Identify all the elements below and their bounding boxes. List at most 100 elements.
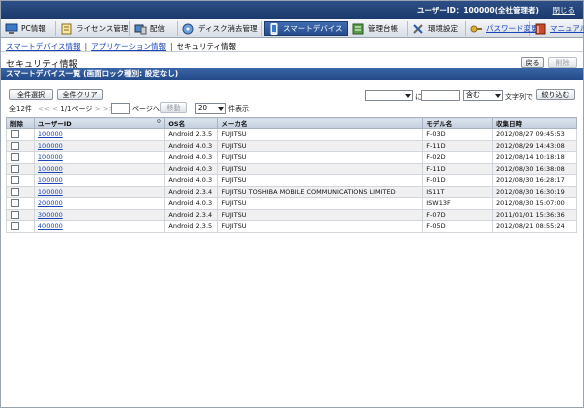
menu-manual[interactable]: マニュアル: [532, 21, 584, 36]
disk-erase-icon: [182, 23, 195, 35]
per-page-select[interactable]: 20: [195, 103, 226, 114]
os-cell: Android 4.0.3: [164, 139, 219, 152]
delivery-icon: [134, 23, 147, 35]
menu-label: ライセンス管理: [76, 24, 129, 33]
first-page-link[interactable]: <<: [38, 105, 50, 113]
page-number-input[interactable]: [111, 103, 130, 114]
menu-delivery[interactable]: 配信: [132, 21, 178, 36]
model-cell: F-11D: [422, 162, 494, 175]
license-icon: [60, 23, 73, 35]
row-checkbox-cell: [6, 151, 35, 164]
breadcrumb-current: セキュリティ情報: [176, 42, 237, 51]
model-cell: F-07D: [422, 208, 494, 221]
menu-license[interactable]: ライセンス管理: [58, 21, 130, 36]
divider: [1, 51, 583, 52]
menu-label: 配信: [150, 24, 165, 33]
collected-cell: 2011/01/01 15:36:36: [492, 208, 577, 221]
goto-page-button[interactable]: 移動: [160, 102, 187, 113]
back-button[interactable]: 戻る: [521, 57, 544, 68]
row-checkbox[interactable]: [11, 222, 19, 231]
model-cell: ISW13F: [422, 197, 494, 210]
user-id-cell: 100000: [33, 185, 166, 198]
user-id-link[interactable]: 100000: [38, 142, 63, 150]
filter-field-select[interactable]: [365, 90, 413, 101]
user-id-link[interactable]: 100000: [38, 130, 63, 138]
menu-disk-erase[interactable]: ディスク消去管理: [180, 21, 262, 36]
row-checkbox-cell: [6, 197, 35, 210]
row-checkbox[interactable]: [11, 199, 19, 208]
per-page-suffix: 件表示: [228, 105, 249, 113]
menu-pc-info[interactable]: PC情報: [3, 21, 56, 36]
row-checkbox[interactable]: [11, 187, 19, 196]
chevron-down-icon: [218, 107, 224, 111]
sort-icon[interactable]: ≎: [156, 118, 161, 125]
maker-cell: FUJITSU: [217, 151, 424, 164]
row-checkbox[interactable]: [11, 176, 19, 185]
column-header-label: ユーザーID: [37, 120, 72, 128]
user-id-cell: 100000: [33, 174, 166, 187]
menu-label: ディスク消去管理: [198, 24, 258, 33]
model-cell: IS11T: [422, 185, 494, 198]
manual-icon: [534, 23, 547, 35]
os-cell: Android 2.3.4: [164, 185, 219, 198]
clear-all-button[interactable]: 全件クリア: [57, 89, 103, 100]
model-cell: F-05D: [422, 220, 494, 233]
breadcrumb-separator: |: [84, 42, 88, 51]
row-checkbox[interactable]: [11, 141, 19, 150]
menu-password-change[interactable]: パスワード変更: [468, 21, 539, 36]
next-page-link[interactable]: >: [95, 105, 101, 113]
user-id-cell: 300000: [33, 208, 166, 221]
user-id-cell: 100000: [33, 151, 166, 164]
top-bar: ユーザーID：100000(全社管理者) 閉じる: [1, 1, 583, 19]
model-cell: F-11D: [422, 139, 494, 152]
menu-settings[interactable]: 環境設定: [410, 21, 466, 36]
os-cell: Android 4.0.3: [164, 162, 219, 175]
table-row: 100000 Android 4.0.3 FUJITSU F-01D 2012/…: [6, 174, 577, 187]
table-header-row: 削除 ユーザーID ≎ OS名 メーカ名 モデル名 収集日時: [6, 117, 577, 129]
row-checkbox[interactable]: [11, 210, 19, 219]
model-cell: F-03D: [422, 128, 494, 141]
os-cell: Android 2.3.5: [164, 220, 219, 233]
breadcrumb-application-info[interactable]: アプリケーション情報: [91, 42, 166, 51]
menu-smart-device[interactable]: スマートデバイス: [264, 21, 348, 36]
column-header-os: OS名: [164, 117, 219, 129]
user-id-cell: 100000: [33, 162, 166, 175]
user-info: ユーザーID：100000(全社管理者): [416, 6, 539, 15]
filter-button[interactable]: 絞り込む: [536, 89, 575, 100]
filter-operator-select[interactable]: 含む: [463, 90, 503, 101]
user-id-cell: 100000: [33, 128, 166, 141]
filter-text-input[interactable]: [421, 90, 460, 101]
os-cell: Android 4.0.3: [164, 174, 219, 187]
model-cell: F-02D: [422, 151, 494, 164]
maker-cell: FUJITSU: [217, 128, 424, 141]
user-id-link[interactable]: 100000: [38, 188, 63, 196]
row-checkbox[interactable]: [11, 153, 19, 162]
smart-device-table: 削除 ユーザーID ≎ OS名 メーカ名 モデル名 収集日時 100000 And…: [6, 117, 577, 233]
prev-page-link[interactable]: <: [52, 105, 58, 113]
menu-label: 管理台帳: [368, 24, 398, 33]
os-cell: Android 2.3.5: [164, 128, 219, 141]
menu-label: PC情報: [21, 24, 46, 33]
select-all-button[interactable]: 全件選択: [9, 89, 53, 100]
table-row: 100000 Android 4.0.3 FUJITSU F-02D 2012/…: [6, 151, 577, 164]
chevron-down-icon: [495, 94, 501, 98]
row-checkbox[interactable]: [11, 130, 19, 139]
user-id-cell: 200000: [33, 197, 166, 210]
column-header-user-id[interactable]: ユーザーID ≎: [33, 117, 166, 129]
row-checkbox[interactable]: [11, 164, 19, 173]
delete-button[interactable]: 削除: [548, 57, 577, 68]
page-info: 1/1ページ: [60, 105, 93, 113]
user-id-link[interactable]: 100000: [38, 153, 63, 161]
menu-ledger[interactable]: 管理台帳: [350, 21, 408, 36]
breadcrumb-smart-device-info[interactable]: スマートデバイス情報: [6, 42, 81, 51]
user-id-link[interactable]: 200000: [38, 199, 63, 207]
table-row: 400000 Android 2.3.5 FUJITSU F-05D 2012/…: [6, 220, 577, 233]
maker-cell: FUJITSU: [217, 174, 424, 187]
maker-cell: FUJITSU TOSHIBA MOBILE COMMUNICATIONS LI…: [217, 185, 424, 198]
logout-link[interactable]: 閉じる: [553, 5, 576, 16]
user-id-link[interactable]: 400000: [38, 222, 63, 230]
user-id-link[interactable]: 100000: [38, 176, 63, 184]
user-id-link[interactable]: 100000: [38, 165, 63, 173]
maker-cell: FUJITSU: [217, 139, 424, 152]
user-id-link[interactable]: 300000: [38, 211, 63, 219]
